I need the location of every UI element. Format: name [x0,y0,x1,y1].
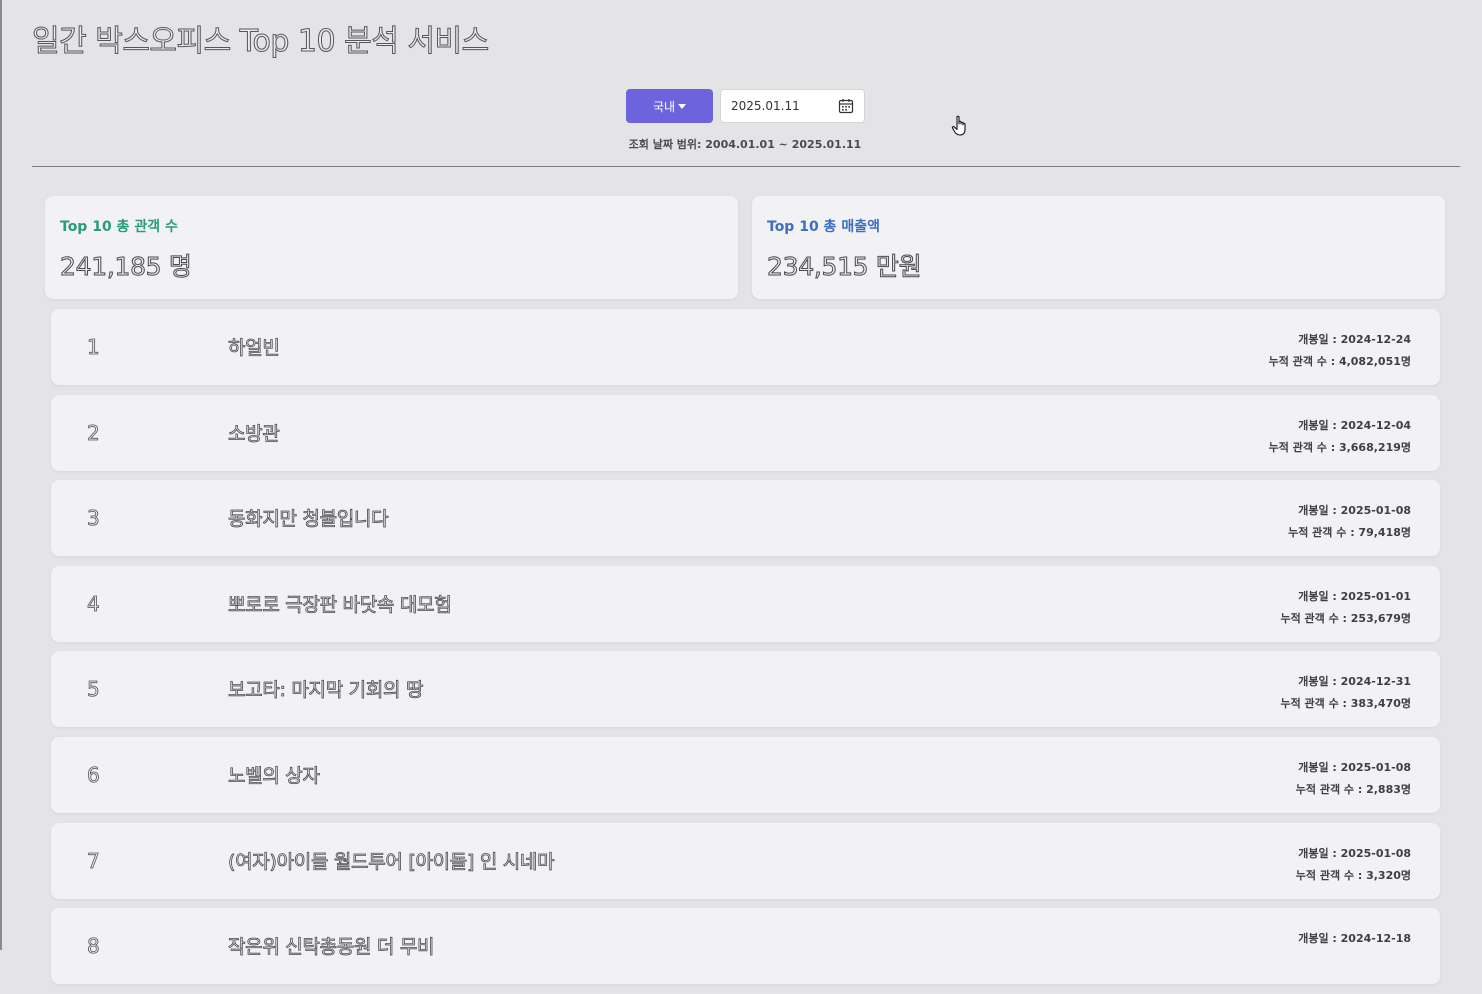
movie-title: (여자)아이들 월드투어 [아이돌] 인 시네마 [228,850,555,873]
movie-card[interactable]: 8 작은위 신탁총동원 더 무비 개봉일 : 2024-12-18 [51,908,1440,985]
movie-title: 소방관 [228,422,281,445]
movie-card[interactable]: 5 보고타: 마지막 기회의 땅 개봉일 : 2024-12-31 누적 관객 … [51,651,1440,728]
movie-release-date: 개봉일 : 2024-12-24 [1298,333,1411,346]
movie-cumulative-audience: 누적 관객 수 : 3,320명 [1295,868,1411,882]
total-audience-value: 241,185 명 [60,252,193,282]
movie-meta: 개봉일 : 2024-12-18 [1298,928,1411,950]
movie-list: 1 하얼빈 개봉일 : 2024-12-24 누적 관객 수 : 4,082,0… [51,309,1440,994]
movie-release-date: 개봉일 : 2025-01-08 [1298,846,1411,860]
movie-meta: 개봉일 : 2024-12-04 누적 관객 수 : 3,668,219명 [1269,415,1411,459]
movie-cumulative-audience: 누적 관객 수 : 3,668,219명 [1268,440,1411,454]
movie-rank: 3 [87,506,101,531]
movie-cumulative-audience: 누적 관객 수 : 79,418명 [1288,526,1411,540]
search-controls: 국내 [626,89,865,123]
movie-release-date: 개봉일 : 2024-12-31 [1298,675,1411,689]
movie-title: 동화지만 청불입니다 [228,508,389,531]
movie-rank: 1 [87,335,101,360]
movie-rank: 5 [87,677,101,702]
movie-title: 노벨의 상자 [228,764,321,788]
page-title: 일간 박스오피스 Top 10 분석 서비스 [32,24,490,60]
movie-cumulative-audience: 누적 관객 수 : 383,470명 [1280,697,1411,711]
movie-card[interactable]: 7 (여자)아이들 월드투어 [아이돌] 인 시네마 개봉일 : 2025-01… [51,822,1440,899]
date-picker[interactable] [720,89,865,123]
movie-rank: 4 [87,591,101,616]
movie-release-date: 개봉일 : 2024-12-18 [1298,932,1411,946]
total-audience-card: Top 10 총 관객 수 241,185 명 [45,196,738,299]
calendar-icon[interactable] [838,98,854,114]
movie-rank: 6 [87,762,101,788]
movie-meta: 개봉일 : 2025-01-08 누적 관객 수 : 2,883명 [1296,757,1411,801]
total-sales-card: Top 10 총 매출액 234,515 만원 [752,196,1445,299]
movie-card[interactable]: 2 소방관 개봉일 : 2024-12-04 누적 관객 수 : 3,668,2… [51,394,1440,471]
movie-release-date: 개봉일 : 2025-01-08 [1298,504,1411,518]
caret-down-icon [678,103,687,109]
movie-title: 하얼빈 [228,337,281,360]
movie-release-date: 개봉일 : 2025-01-08 [1298,760,1411,774]
movie-title: 뽀로로 극장판 바닷속 대모험 [228,593,452,616]
region-dropdown-label: 국내 [652,99,676,114]
movie-meta: 개봉일 : 2025-01-08 누적 관객 수 : 79,418명 [1288,500,1411,544]
total-audience-label: Top 10 총 관객 수 [60,219,178,235]
movie-rank: 8 [87,934,101,959]
movie-cumulative-audience: 누적 관객 수 : 2,883명 [1295,782,1411,796]
region-dropdown-button[interactable]: 국내 [626,89,713,123]
movie-meta: 개봉일 : 2025-01-08 누적 관객 수 : 3,320명 [1296,843,1411,887]
movie-cumulative-audience: 누적 관객 수 : 4,082,051명 [1268,355,1411,368]
movie-release-date: 개봉일 : 2024-12-04 [1298,418,1411,432]
date-range-text: 조회 날짜 범위: 2004.01.01 ~ 2025.01.11 [628,138,862,151]
movie-card[interactable]: 1 하얼빈 개봉일 : 2024-12-24 누적 관객 수 : 4,082,0… [51,309,1440,385]
movie-card[interactable]: 6 노벨의 상자 개봉일 : 2025-01-08 누적 관객 수 : 2,88… [51,736,1440,813]
divider [32,166,1460,167]
movie-title: 보고타: 마지막 기회의 땅 [228,679,424,702]
total-sales-label: Top 10 총 매출액 [767,219,880,235]
movie-meta: 개봉일 : 2024-12-31 누적 관객 수 : 383,470명 [1280,671,1411,715]
movie-rank: 2 [87,420,101,445]
hand-pointer-icon [951,115,969,141]
date-input[interactable] [731,99,838,113]
movie-title: 작은위 신탁총동원 더 무비 [228,936,435,959]
movie-rank: 7 [87,848,101,873]
movie-meta: 개봉일 : 2024-12-24 누적 관객 수 : 4,082,051명 [1269,329,1411,373]
movie-card[interactable]: 4 뽀로로 극장판 바닷속 대모험 개봉일 : 2025-01-01 누적 관객… [51,565,1440,642]
total-sales-value: 234,515 만원 [766,252,922,282]
movie-cumulative-audience: 누적 관객 수 : 253,679명 [1280,611,1411,625]
movie-meta: 개봉일 : 2025-01-01 누적 관객 수 : 253,679명 [1280,586,1411,630]
movie-card[interactable]: 3 동화지만 청불입니다 개봉일 : 2025-01-08 누적 관객 수 : … [51,480,1440,557]
movie-release-date: 개봉일 : 2025-01-01 [1298,589,1411,603]
